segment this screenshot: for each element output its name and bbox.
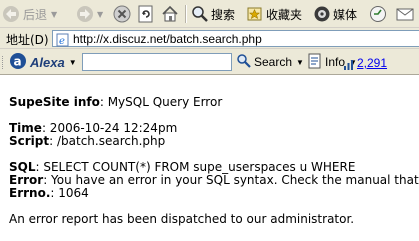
errno-line: Errno.: 1064 [9,187,419,200]
address-input[interactable]: e http://x.discuz.net/batch.search.php [52,30,419,47]
standard-toolbar: 后退 ▼ ▼ 搜索 收藏夹 媒体 [0,0,419,28]
script-line: Script: /batch.search.php [9,135,419,148]
back-button[interactable]: 后退 ▼ [2,4,57,24]
script-label: Script [9,134,50,148]
history-button[interactable] [369,4,387,24]
alexa-search-input[interactable] [82,53,232,71]
sql-label: SQL [9,160,36,174]
mail-button[interactable] [395,4,415,24]
site-info-label: SupeSite info [9,95,100,109]
history-icon [369,5,387,23]
toolbar-grip[interactable] [2,56,6,69]
back-label: 后退 [23,7,48,22]
sql-value: : SELECT COUNT(*) FROM supe_userspaces u… [35,160,356,174]
favorites-star-icon [246,5,264,23]
search-label: 搜索 [211,7,236,22]
errno-value: : 1064 [50,186,89,200]
refresh-button[interactable] [137,4,155,24]
media-label: 媒体 [333,7,358,22]
home-icon [161,5,179,23]
alexa-brand: Alexa [30,54,65,70]
stop-icon [113,5,131,23]
favorites-label: 收藏夹 [266,7,303,22]
search-icon [191,5,209,23]
error-page: SupeSite info: MySQL Query Error Time: 2… [9,96,419,226]
svg-text:a: a [14,54,22,68]
address-label: 地址(D) [6,33,49,47]
mail-icon [395,5,415,23]
footer-message: An error report has been dispatched to o… [9,212,355,226]
toolbar-divider [185,5,187,23]
chevron-down-icon[interactable]: ▼ [51,10,57,19]
info-icon [307,53,323,72]
alexa-search-button[interactable]: Search ▼ [236,53,304,71]
alexa-menu-button[interactable]: a Alexa ▼ [9,52,77,73]
forward-button[interactable]: ▼ [76,4,103,24]
forward-arrow-icon [76,5,94,23]
alexa-info-label: Info [325,55,346,69]
alexa-toolbar: a Alexa ▼ Search ▼ Info ▼ [0,49,419,75]
media-icon [313,5,331,23]
error-value: : You have an error in your SQL syntax. … [43,173,419,187]
search-icon [236,53,252,72]
address-url: http://x.discuz.net/batch.search.php [73,32,262,46]
back-arrow-icon [2,5,20,23]
script-value: : /batch.search.php [49,134,166,148]
error-label: Error [9,173,44,187]
time-label: Time [9,121,42,135]
chevron-down-icon: ▼ [296,57,304,67]
chevron-down-icon: ▼ [68,57,77,67]
errno-label: Errno. [9,186,51,200]
address-bar: 地址(D) e http://x.discuz.net/batch.search… [0,28,419,49]
traffic-rank-icon [343,56,355,75]
traffic-rank-link[interactable]: 2,291 [357,56,387,70]
favorites-button[interactable]: 收藏夹 [246,4,302,24]
media-button[interactable]: 媒体 [313,4,357,24]
home-button[interactable] [161,4,179,24]
site-info-value: : MySQL Query Error [99,95,223,109]
site-info-line: SupeSite info: MySQL Query Error [9,96,419,109]
chevron-down-icon[interactable]: ▼ [97,10,103,19]
svg-text:e: e [59,36,65,47]
alexa-search-label: Search [254,55,293,69]
search-button[interactable]: 搜索 [191,4,235,24]
stop-button[interactable] [113,4,131,24]
refresh-icon [137,5,155,23]
alexa-logo-icon: a [9,52,27,73]
time-value: : 2006-10-24 12:24pm [41,121,178,135]
